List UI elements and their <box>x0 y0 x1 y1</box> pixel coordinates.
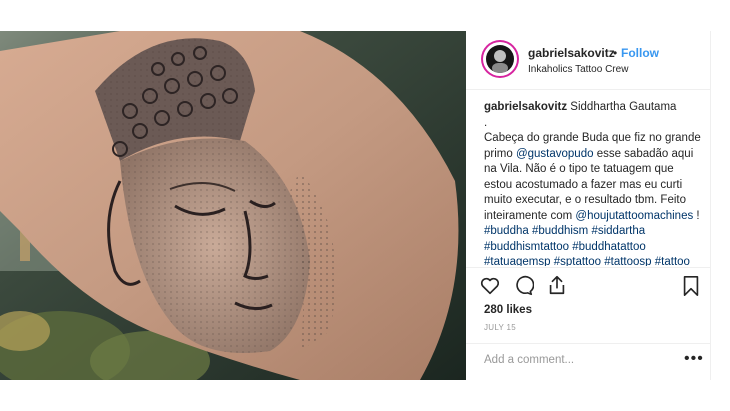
location-link[interactable]: Inkaholics Tattoo Crew <box>528 64 628 75</box>
separator-dot: • <box>613 46 618 60</box>
avatar[interactable] <box>483 42 517 76</box>
follow-button[interactable]: Follow <box>621 46 659 60</box>
bookmark-icon[interactable] <box>681 275 701 297</box>
comment-input[interactable]: Add a comment... <box>484 354 574 366</box>
mention-link[interactable]: @houjutattoomachines <box>575 210 693 222</box>
avatar-image <box>486 45 514 73</box>
likes-count[interactable]: 280 likes <box>484 304 532 316</box>
tattoo-photo <box>0 31 466 380</box>
comment-section: Add a comment... ••• <box>466 343 710 381</box>
post-sidebar: gabrielsakovitz • Follow Inkaholics Tatt… <box>466 31 711 380</box>
hashtag-link[interactable]: #buddhism <box>532 225 588 237</box>
hashtag-link[interactable]: #tatuagemsp <box>484 256 551 266</box>
hashtag-link[interactable]: #tattoosp <box>604 256 651 266</box>
share-icon[interactable] <box>546 274 568 296</box>
post-header: gabrielsakovitz • Follow Inkaholics Tatt… <box>466 31 710 90</box>
post-date: JULY 15 <box>484 323 517 332</box>
hashtag-link[interactable]: #sptattoo <box>554 256 601 266</box>
hashtag-link[interactable]: #siddartha <box>591 225 645 237</box>
hashtag-link[interactable]: #buddhatattoo <box>572 241 646 253</box>
caption: gabrielsakovitz Siddhartha Gautama . Cab… <box>484 100 702 266</box>
hashtag-link[interactable]: #buddhismtattoo <box>484 241 569 253</box>
more-options-button[interactable]: ••• <box>684 350 704 368</box>
action-bar <box>466 267 710 304</box>
caption-title: Siddhartha Gautama <box>570 101 677 113</box>
hashtag-list: #buddha #buddhism #siddartha #buddhismta… <box>484 225 690 266</box>
post-photo[interactable] <box>0 31 466 380</box>
comment-icon[interactable] <box>512 275 534 297</box>
hashtag-link[interactable]: #buddha <box>484 225 529 237</box>
header-username[interactable]: gabrielsakovitz <box>528 46 615 60</box>
heart-icon[interactable] <box>479 275 501 297</box>
mention-link[interactable]: @gustavopudo <box>516 148 594 160</box>
hashtag-link[interactable]: #tattoo <box>655 256 690 266</box>
caption-text-3: ! <box>693 209 700 222</box>
caption-username[interactable]: gabrielsakovitz <box>484 101 567 113</box>
caption-dot-line: . <box>484 116 488 129</box>
